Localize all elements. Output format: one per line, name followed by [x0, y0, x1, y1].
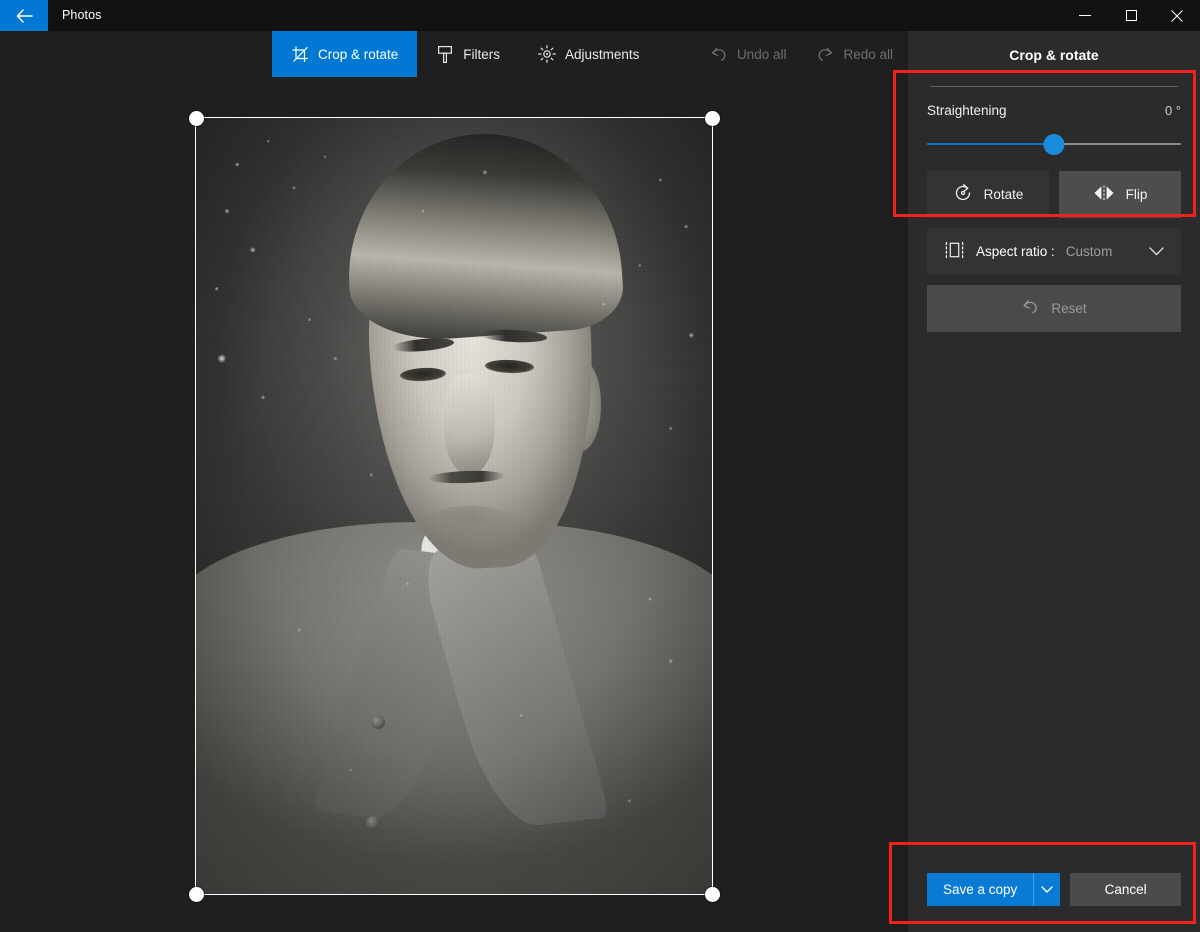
tab-label: Filters: [463, 46, 501, 62]
flip-button[interactable]: Flip: [1059, 171, 1181, 218]
minimize-icon: [1079, 14, 1091, 17]
crop-handle-top-left[interactable]: [188, 110, 204, 126]
straightening-slider[interactable]: [927, 134, 1181, 155]
rotate-flip-row: Rotate Flip: [927, 171, 1181, 218]
rotate-icon: [953, 183, 973, 206]
flip-label: Flip: [1125, 187, 1148, 202]
rotate-label: Rotate: [983, 187, 1024, 202]
slider-thumb[interactable]: [1043, 134, 1065, 155]
undo-all-button[interactable]: Undo all: [695, 31, 802, 77]
rotate-button[interactable]: Rotate: [927, 171, 1049, 218]
back-arrow-icon: [16, 8, 33, 23]
crop-icon: [291, 45, 309, 63]
panel-title: Crop & rotate: [1009, 47, 1099, 63]
crop-rotate-panel: Crop & rotate Straightening 0 ° Rotate F…: [908, 31, 1200, 932]
maximize-icon: [1125, 10, 1137, 21]
straightening-section: Straightening 0 ° Rotate Flip Aspect rat…: [908, 103, 1200, 332]
tab-filters[interactable]: Filters: [417, 31, 519, 77]
aspect-ratio-label: Aspect ratio :: [976, 244, 1055, 259]
aspect-ratio-dropdown[interactable]: Aspect ratio : Custom: [927, 228, 1181, 275]
crop-handle-bottom-right[interactable]: [704, 886, 720, 902]
redo-icon: [816, 45, 834, 63]
history-controls: Undo all Redo all: [695, 31, 908, 77]
reset-icon: [1021, 299, 1040, 319]
save-options-dropdown-button[interactable]: [1033, 872, 1061, 906]
edit-mode-tabs: Crop & rotate Filters Adjustments: [272, 31, 658, 77]
panel-action-bar: Save a copy Cancel: [908, 846, 1200, 932]
maximize-button[interactable]: [1108, 0, 1154, 31]
cancel-button[interactable]: Cancel: [1070, 872, 1181, 906]
tab-crop-and-rotate[interactable]: Crop & rotate: [272, 31, 418, 77]
crop-selection-frame[interactable]: [188, 110, 720, 902]
reset-label: Reset: [1051, 301, 1087, 316]
save-a-copy-button[interactable]: Save a copy: [927, 872, 1034, 906]
panel-divider: [930, 86, 1178, 87]
flip-icon: [1093, 185, 1115, 204]
brightness-icon: [538, 45, 556, 63]
redo-all-label: Redo all: [843, 46, 893, 62]
straightening-value: 0 °: [1164, 103, 1181, 118]
tab-label: Adjustments: [565, 46, 640, 62]
photo-image: [196, 118, 712, 894]
chevron-down-icon: [1041, 880, 1053, 898]
aspect-ratio-icon: [944, 241, 965, 262]
reset-button[interactable]: Reset: [927, 285, 1181, 332]
aspect-ratio-value: Custom: [1065, 244, 1113, 259]
close-button[interactable]: [1154, 0, 1200, 31]
filter-icon: [436, 45, 454, 63]
save-a-copy-group: Save a copy: [927, 872, 1061, 906]
minimize-button[interactable]: [1062, 0, 1108, 31]
photos-app-window: Photos Crop & rotate Filters Adjustments…: [0, 0, 1200, 932]
straightening-row: Straightening 0 °: [927, 103, 1181, 118]
close-icon: [1171, 9, 1183, 22]
undo-all-label: Undo all: [736, 46, 787, 62]
title-bar: Photos: [0, 0, 1200, 31]
crop-handle-top-right[interactable]: [704, 110, 720, 126]
editor-canvas[interactable]: [0, 31, 908, 932]
tab-label: Crop & rotate: [318, 46, 399, 62]
tab-adjustments[interactable]: Adjustments: [519, 31, 658, 77]
slider-fill: [927, 143, 1054, 145]
chevron-down-icon: [1149, 247, 1164, 256]
app-title: Photos: [62, 8, 102, 22]
photo-vignette: [196, 118, 712, 894]
command-bar: Crop & rotate Filters Adjustments Undo a…: [0, 31, 908, 103]
redo-all-button[interactable]: Redo all: [801, 31, 908, 77]
crop-handle-bottom-left[interactable]: [188, 886, 204, 902]
straightening-label: Straightening: [927, 103, 1007, 118]
undo-icon: [710, 45, 728, 63]
back-button[interactable]: [0, 0, 48, 31]
titlebar-spacer: [102, 0, 1062, 31]
